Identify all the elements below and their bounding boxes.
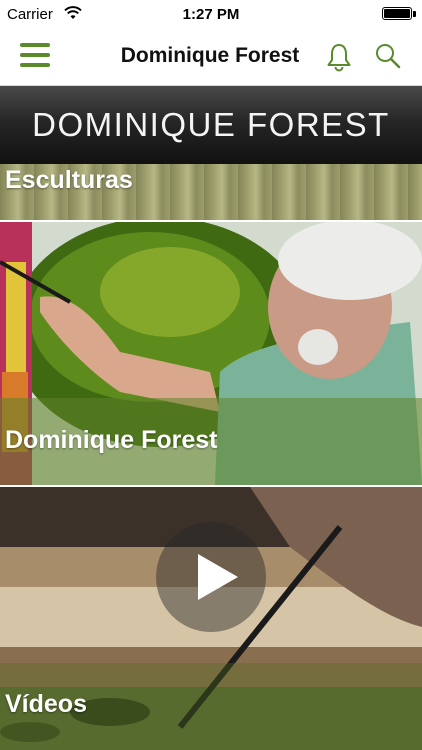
play-button[interactable]	[156, 522, 266, 632]
card-esculturas[interactable]: Esculturas	[0, 164, 422, 220]
bell-icon[interactable]	[324, 42, 354, 72]
battery-icon	[382, 7, 412, 20]
battery-tip	[413, 11, 416, 17]
card-videos[interactable]: Vídeos	[0, 487, 422, 750]
card-label: Dominique Forest	[5, 426, 218, 454]
status-bar: Carrier 1:27 PM	[0, 0, 422, 30]
page-title: Dominique Forest	[120, 44, 300, 67]
clock: 1:27 PM	[182, 6, 240, 23]
card-label: Vídeos	[5, 690, 87, 718]
navigation-bar: Dominique Forest	[0, 30, 422, 86]
brand-banner-text: DOMINIQUE FOREST	[32, 106, 390, 143]
card-label: Esculturas	[5, 166, 133, 194]
card-dominique-forest[interactable]: Dominique Forest	[0, 222, 422, 485]
brand-banner: DOMINIQUE FOREST	[0, 86, 422, 164]
menu-button[interactable]	[20, 42, 50, 68]
play-icon	[198, 554, 238, 600]
search-icon[interactable]	[374, 42, 402, 70]
